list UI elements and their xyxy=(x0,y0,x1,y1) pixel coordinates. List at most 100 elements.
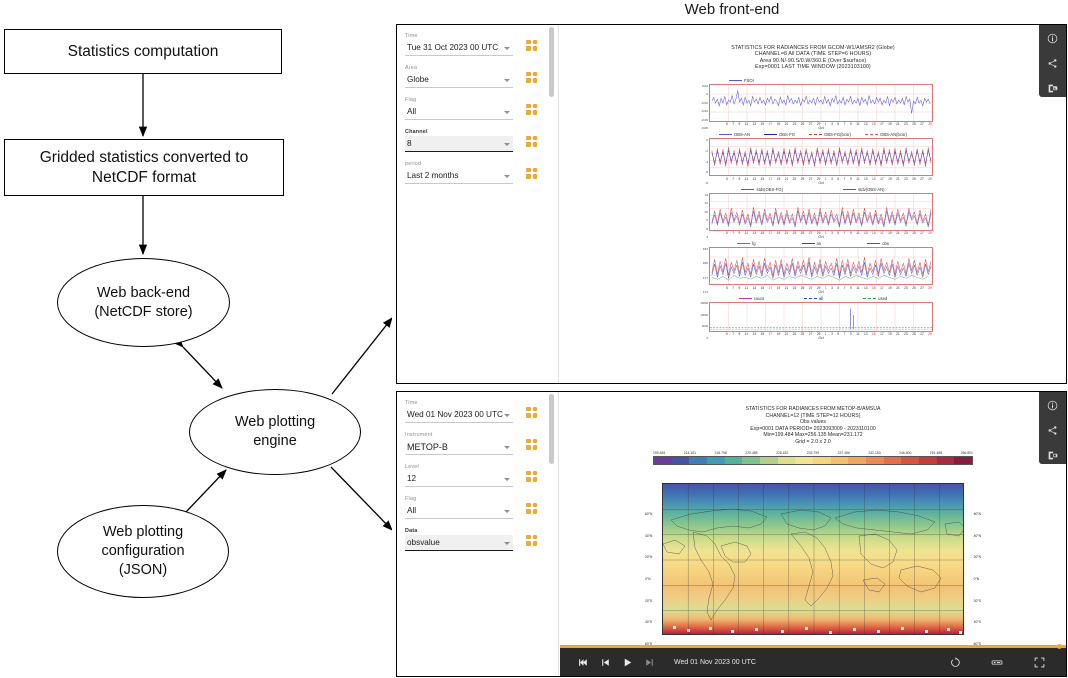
field-level[interactable]: Level 12 xyxy=(405,464,539,487)
legend-item-fg: fg xyxy=(737,241,756,246)
grid-options-icon[interactable] xyxy=(526,104,537,115)
ytick: 0 xyxy=(707,337,709,340)
export-icon[interactable] xyxy=(1047,83,1058,94)
info-icon[interactable] xyxy=(1047,400,1058,411)
field-data[interactable]: Data obsvalue xyxy=(405,528,539,551)
xtick: 23 xyxy=(793,177,797,181)
field-data-control[interactable]: obsvalue xyxy=(405,535,513,551)
field-period[interactable]: period Last 2 months xyxy=(405,161,539,184)
grid-options-icon[interactable] xyxy=(526,40,537,51)
ytick: 0 xyxy=(706,92,708,96)
share-icon[interactable] xyxy=(1047,58,1058,69)
skip-to-start-icon[interactable] xyxy=(572,657,594,668)
field-period-control[interactable]: Last 2 months xyxy=(405,168,513,184)
field-area-control[interactable]: Globe xyxy=(405,72,513,88)
grid-options-icon[interactable] xyxy=(526,168,537,179)
grid-options-icon[interactable] xyxy=(526,72,537,83)
field-level-control[interactable]: 12 xyxy=(405,471,513,487)
xtick: 1 xyxy=(825,231,827,235)
chart-bt-values: fg an obs 183 180 177 174 xyxy=(693,240,933,294)
field-flag-label: Flag xyxy=(405,97,513,103)
chevron-down-icon xyxy=(504,478,510,481)
play-icon[interactable] xyxy=(616,657,638,668)
xtick: 7 xyxy=(732,286,734,290)
colorbar-tick: 218.798 xyxy=(715,451,727,455)
field-data-value: obsvalue xyxy=(407,538,440,547)
step-back-icon[interactable] xyxy=(594,657,616,668)
xtick: 3 xyxy=(831,231,833,235)
field-channel-control[interactable]: 8 xyxy=(405,136,513,152)
flow-node-label-line2: engine xyxy=(235,432,315,451)
scrollbar-thumb[interactable] xyxy=(549,394,554,464)
info-icon[interactable] xyxy=(1047,33,1058,44)
ytick: 6 xyxy=(706,227,708,231)
xtick: 17 xyxy=(769,177,773,181)
flow-node-stats-computation: Statistics computation xyxy=(4,29,282,74)
xtick: 23 xyxy=(904,332,908,336)
legend-item-obs-fg: OBS-FG xyxy=(764,132,795,137)
field-area[interactable]: Area Globe xyxy=(405,65,539,88)
xtick: 21 xyxy=(785,231,789,235)
player-progress-bar[interactable] xyxy=(560,645,1066,648)
global-map[interactable] xyxy=(662,483,964,635)
field-flag-value: All xyxy=(407,506,416,515)
grid-options-icon[interactable] xyxy=(526,471,537,482)
colorbar-tick: 225.485 xyxy=(745,451,757,455)
xtick: 27 xyxy=(920,231,924,235)
field-time-control[interactable]: Wed 01 Nov 2023 00 UTC xyxy=(405,407,513,423)
ytick: 12 xyxy=(705,201,708,205)
field-flag-control[interactable]: All xyxy=(405,503,513,519)
xtick: 11 xyxy=(745,332,748,336)
colorbar-swatch xyxy=(760,457,778,464)
ytick: 180 xyxy=(703,261,708,265)
panel-scrollbar[interactable] xyxy=(545,25,559,383)
xtick: 29 xyxy=(928,286,932,290)
ytick: 10 xyxy=(705,210,708,214)
field-channel-value: 8 xyxy=(407,139,412,148)
field-instrument[interactable]: Instrument METOP-B xyxy=(405,432,539,455)
map-lat-tick: 40°N xyxy=(974,534,981,538)
colorbar-tick: 251.468 xyxy=(930,451,942,455)
field-channel[interactable]: Channel 8 xyxy=(405,129,539,152)
grid-options-icon[interactable] xyxy=(526,407,537,418)
step-forward-icon[interactable] xyxy=(638,657,660,668)
share-icon[interactable] xyxy=(1047,425,1058,436)
field-time[interactable]: Time Tue 31 Oct 2023 00 UTC xyxy=(405,33,539,56)
xtick: 9 xyxy=(850,332,852,336)
export-icon[interactable] xyxy=(1047,450,1058,461)
flow-node-label-line1: Web back-end xyxy=(94,284,192,303)
grid-options-icon[interactable] xyxy=(526,535,537,546)
flow-node-label-line1: Web plotting xyxy=(101,523,184,542)
xtick: 11 xyxy=(745,286,748,290)
fullscreen-icon[interactable] xyxy=(1028,657,1050,668)
field-flag-control[interactable]: All xyxy=(405,104,513,120)
grid-options-icon[interactable] xyxy=(526,136,537,147)
map-lat-tick: 0°N xyxy=(974,577,981,581)
xtick: 27 xyxy=(809,177,813,181)
xtick: 7 xyxy=(732,332,734,336)
ytick: 14 xyxy=(705,193,708,197)
field-flag[interactable]: Flag All xyxy=(405,97,539,120)
xtick: 9 xyxy=(739,177,741,181)
scrollbar-thumb[interactable] xyxy=(549,27,554,97)
grid-options-icon[interactable] xyxy=(526,503,537,514)
legend-item-used: used xyxy=(863,296,887,301)
speed-icon[interactable] xyxy=(986,657,1008,668)
colorbar-swatch xyxy=(831,457,849,464)
loop-icon[interactable] xyxy=(944,657,966,668)
ytick: -0.06 xyxy=(701,118,708,122)
colorbar-tick: 242.153 xyxy=(868,451,880,455)
panel-scrollbar[interactable] xyxy=(545,392,559,676)
grid-options-icon[interactable] xyxy=(526,439,537,450)
xtick: 19 xyxy=(888,177,892,181)
field-time[interactable]: Time Wed 01 Nov 2023 00 UTC xyxy=(405,400,539,423)
field-flag[interactable]: Flag All xyxy=(405,496,539,519)
colorbar-swatch xyxy=(672,457,690,464)
field-time-control[interactable]: Tue 31 Oct 2023 00 UTC xyxy=(405,40,513,56)
flow-node-web-backend: Web back-end (NetCDF store) xyxy=(57,258,230,347)
xtick: 5 xyxy=(726,231,728,235)
xtick: 15 xyxy=(761,332,765,336)
field-instrument-control[interactable]: METOP-B xyxy=(405,439,513,455)
xtick: 3 xyxy=(831,286,833,290)
ytick: 5000 xyxy=(702,325,708,328)
